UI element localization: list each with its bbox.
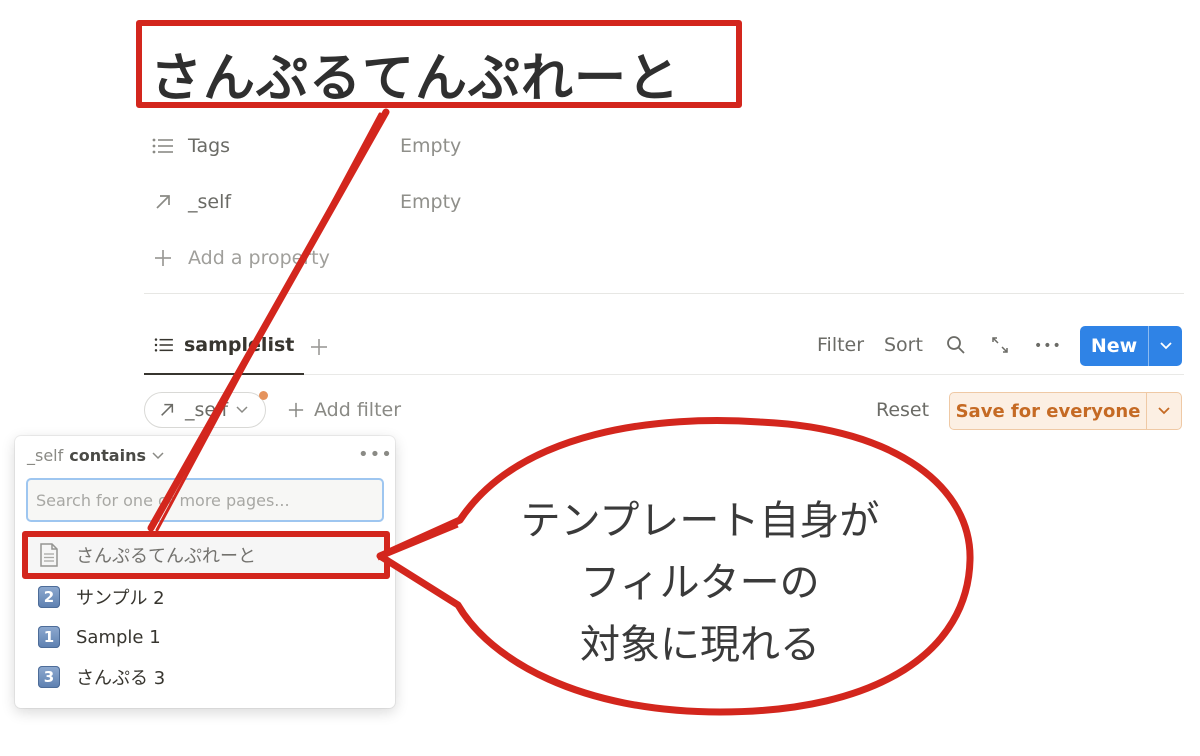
annotation-line: テンプレート自身が	[520, 498, 880, 544]
annotation-text: テンプレート自身が フィルターの 対象に現れる	[470, 490, 930, 676]
annotation-line: フィルターの	[580, 560, 820, 606]
connector-line	[147, 108, 390, 532]
annotation-line: 対象に現れる	[580, 622, 820, 668]
